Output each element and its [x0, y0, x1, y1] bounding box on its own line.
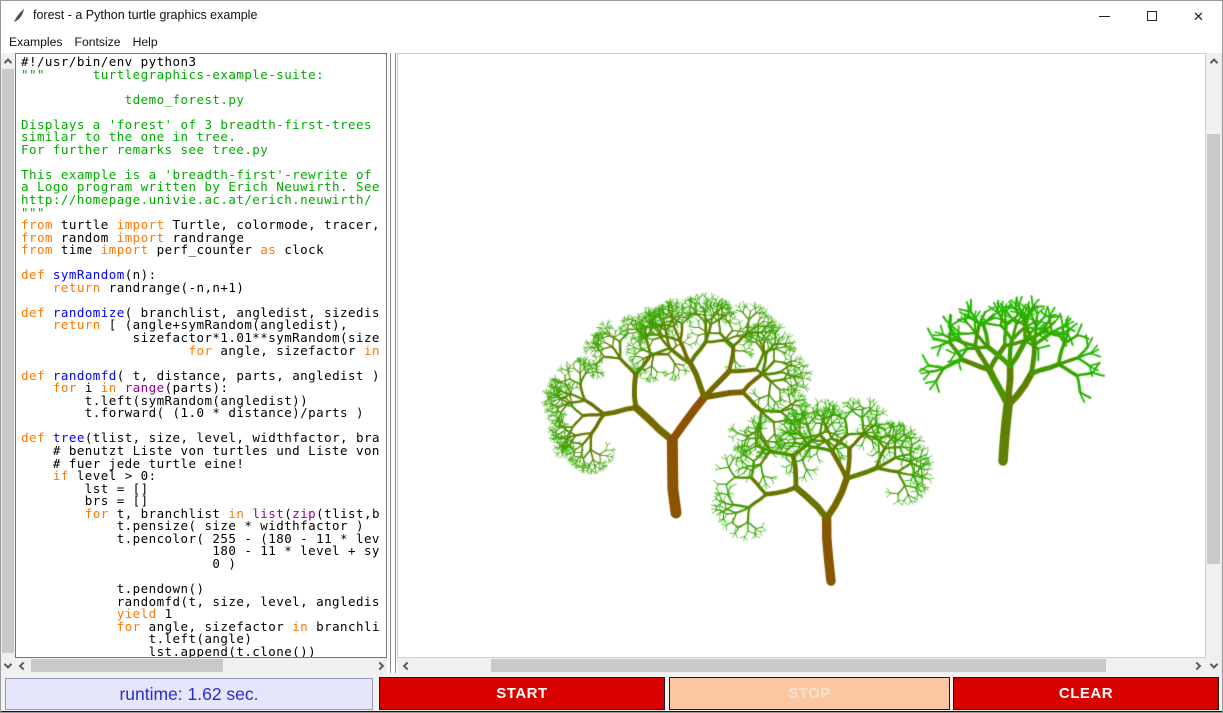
- scroll-left-icon[interactable]: [15, 658, 30, 673]
- graphics-pane: [397, 53, 1206, 658]
- code-line: For further remarks see tree.py: [21, 144, 386, 157]
- stop-button[interactable]: STOP: [669, 677, 950, 710]
- code-line: t.forward( (1.0 * distance)/parts ): [21, 407, 386, 420]
- scroll-up-icon[interactable]: [1206, 53, 1221, 68]
- code-line: from time import perf_counter as clock: [21, 244, 386, 257]
- code-line: lst.append(t.clone()): [21, 646, 386, 658]
- canvas-vscroll-thumb[interactable]: [1207, 134, 1220, 564]
- clear-button[interactable]: CLEAR: [953, 677, 1219, 710]
- turtle-feather-icon: [11, 8, 27, 24]
- control-bar: runtime: 1.62 sec. START STOP CLEAR: [1, 673, 1223, 711]
- scroll-right-icon[interactable]: [1189, 658, 1204, 673]
- editor-vertical-scrollbar[interactable]: [1, 53, 15, 673]
- editor-vscroll-thumb[interactable]: [2, 69, 14, 653]
- menu-examples[interactable]: Examples: [3, 31, 69, 53]
- code-line: return randrange(-n,n+1): [21, 282, 386, 295]
- canvas-horizontal-scrollbar[interactable]: [397, 658, 1206, 673]
- runtime-label: runtime: 1.62 sec.: [5, 678, 373, 710]
- editor-horizontal-scrollbar[interactable]: [15, 658, 387, 673]
- menu-help[interactable]: Help: [127, 31, 164, 53]
- editor-hscroll-thumb[interactable]: [31, 659, 223, 672]
- minimize-icon: [1099, 16, 1110, 17]
- minimize-button[interactable]: [1081, 1, 1128, 31]
- code-line: http://homepage.univie.ac.at/erich.neuwi…: [21, 194, 386, 207]
- title-bar: forest - a Python turtle graphics exampl…: [1, 1, 1223, 31]
- canvas-hscroll-thumb[interactable]: [491, 659, 1106, 672]
- turtle-canvas: [398, 54, 1205, 657]
- menu-bar: Examples Fontsize Help: [1, 31, 1223, 53]
- close-icon: ✕: [1193, 10, 1204, 23]
- code-line: 0 ): [21, 558, 386, 571]
- code-line: """ turtlegraphics-example-suite:: [21, 69, 386, 82]
- code-line: for angle, sizefactor in: [21, 345, 386, 358]
- pane-divider[interactable]: [387, 53, 397, 673]
- scroll-down-icon[interactable]: [1, 658, 15, 673]
- scroll-left-icon[interactable]: [399, 658, 414, 673]
- menu-fontsize[interactable]: Fontsize: [69, 31, 127, 53]
- window-title: forest - a Python turtle graphics exampl…: [33, 8, 257, 22]
- app-window: forest - a Python turtle graphics exampl…: [0, 0, 1223, 713]
- scroll-right-icon[interactable]: [372, 658, 387, 673]
- scroll-down-icon[interactable]: [1206, 658, 1221, 673]
- maximize-icon: [1147, 11, 1157, 21]
- canvas-vertical-scrollbar[interactable]: [1206, 53, 1221, 673]
- start-button[interactable]: START: [379, 677, 665, 710]
- code-editor[interactable]: #!/usr/bin/env python3""" turtlegraphics…: [15, 53, 387, 658]
- close-button[interactable]: ✕: [1175, 1, 1222, 31]
- maximize-button[interactable]: [1128, 1, 1175, 31]
- scroll-up-icon[interactable]: [1, 53, 15, 68]
- code-line: tdemo_forest.py: [21, 94, 386, 107]
